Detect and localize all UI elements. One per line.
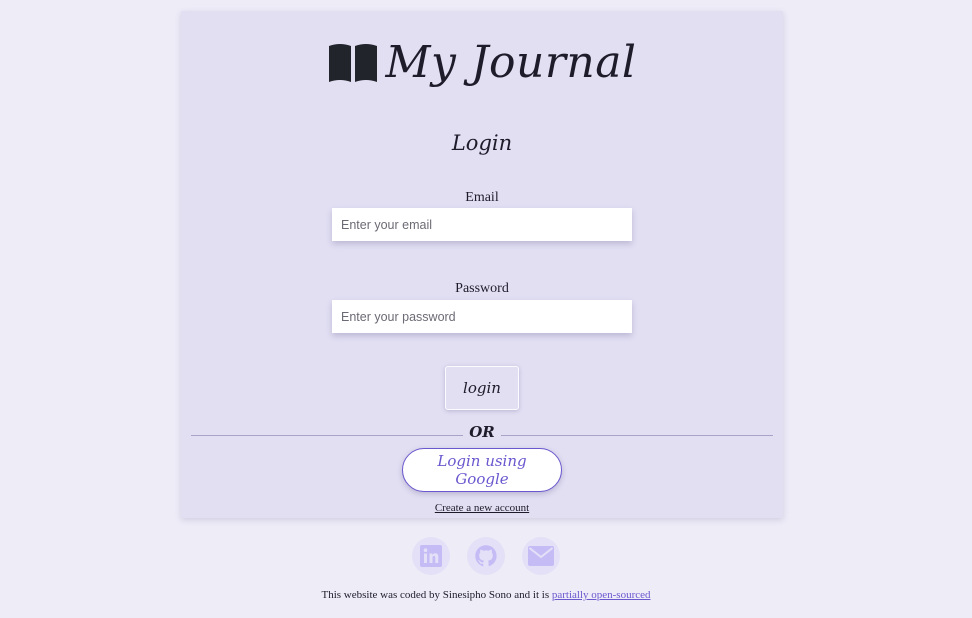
page-title: Login <box>451 131 513 155</box>
email-field[interactable] <box>332 208 632 241</box>
linkedin-link[interactable] <box>412 537 450 575</box>
github-link[interactable] <box>467 537 505 575</box>
password-field[interactable] <box>332 300 632 333</box>
create-account-row: Create a new account <box>181 502 783 514</box>
open-book-icon <box>327 42 379 84</box>
footer-text: This website was coded by Sinesipho Sono… <box>321 589 552 601</box>
open-source-link[interactable]: partially open-sourced <box>552 589 651 601</box>
envelope-icon <box>528 546 554 566</box>
brand-title: My Journal <box>385 37 637 88</box>
linkedin-icon <box>420 545 442 567</box>
social-links <box>0 537 972 575</box>
google-login-button[interactable]: Login using Google <box>402 448 562 492</box>
login-card: My Journal Login Email Password login OR… <box>181 11 783 518</box>
footer-credit: This website was coded by Sinesipho Sono… <box>0 589 972 601</box>
brand-header: My Journal <box>181 33 783 93</box>
divider-or-text: OR <box>463 423 501 441</box>
github-icon <box>474 544 498 568</box>
email-link[interactable] <box>522 537 560 575</box>
password-label: Password <box>455 281 509 296</box>
create-account-link[interactable]: Create a new account <box>435 502 529 514</box>
login-button[interactable]: login <box>445 366 519 410</box>
email-label: Email <box>465 190 499 205</box>
